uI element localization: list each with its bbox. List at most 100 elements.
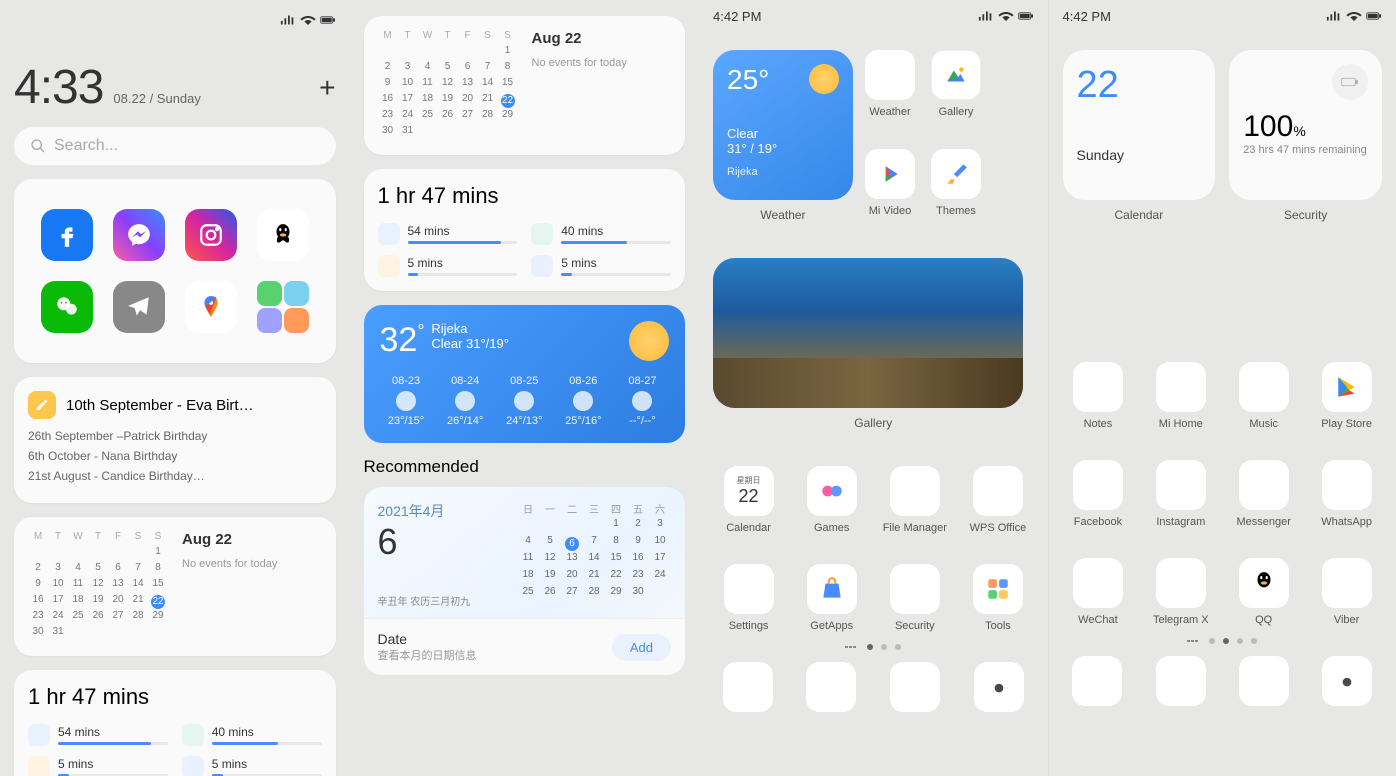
app-security[interactable]: Security [879, 564, 950, 632]
app-music[interactable]: Music [1228, 362, 1299, 430]
calendar-date: Aug 22 [182, 531, 322, 548]
app-tools[interactable]: Tools [962, 564, 1033, 632]
calendar-date: Aug 22 [532, 30, 672, 47]
screentime-widget[interactable]: 1 hr 47 mins 54 mins40 mins5 mins5 mins [364, 169, 686, 291]
messenger-icon[interactable] [113, 209, 165, 261]
recommended-heading: Recommended [364, 457, 686, 477]
clock-time: 4:33 [14, 60, 103, 115]
weather-widget-large[interactable]: 32 Rijeka Clear 31°/19° 08-2323°/15°08-2… [364, 305, 686, 443]
app-viber[interactable]: Viber [1311, 558, 1382, 626]
widget-label: Security [1229, 208, 1382, 222]
app-qq[interactable]: QQ [1228, 558, 1299, 626]
status-bar [14, 10, 336, 30]
dock-app[interactable] [1313, 656, 1382, 706]
screentime-total: 1 hr 47 mins [378, 183, 672, 209]
weather-cond: Clear 31°/19° [431, 336, 615, 351]
weather-range: 31° / 19° [727, 141, 839, 156]
sun-icon [629, 321, 669, 361]
calendar-widget[interactable]: MTWTFSS123456789101112131415161718192021… [14, 517, 336, 656]
app-play-store[interactable]: Play Store [1311, 362, 1382, 430]
panel-widgets-1: 4:33 08.22 / Sunday + Search... 10th Sep… [0, 0, 350, 776]
app-notes[interactable]: Notes [1063, 362, 1134, 430]
app-gallery[interactable]: Gallery [931, 50, 981, 123]
dock-app[interactable] [713, 662, 783, 712]
page-indicator[interactable] [1063, 638, 1383, 644]
panel-home-1: 4:42 PM 25° Clear 31° / 19° Rijeka Weath… [699, 0, 1048, 776]
gallery-widget[interactable] [713, 258, 1023, 408]
dock-app[interactable] [797, 662, 867, 712]
calendar-widget[interactable]: MTWTFSS123456789101112131415161718192021… [364, 16, 686, 155]
dock-app[interactable] [1063, 656, 1132, 706]
panel-home-2: 4:42 PM 22 Sunday Calendar 100% 23 hrs 4… [1048, 0, 1396, 776]
app-settings[interactable]: Settings [713, 564, 784, 632]
calendar-no-events: No events for today [182, 558, 322, 570]
social-apps-folder[interactable] [14, 179, 336, 363]
calendar-no-events: No events for today [532, 57, 672, 69]
rec-title: Date [378, 631, 477, 647]
dock-app[interactable] [1229, 656, 1298, 706]
weather-widget-small[interactable]: 25° Clear 31° / 19° Rijeka [713, 50, 853, 200]
app-messenger[interactable]: Messenger [1228, 460, 1299, 528]
wechat-icon[interactable] [41, 281, 93, 333]
search-placeholder: Search... [54, 137, 118, 155]
widget-label: Weather [713, 208, 853, 222]
app-facebook[interactable]: Facebook [1063, 460, 1134, 528]
dock-app[interactable] [880, 662, 950, 712]
weather-city: Rijeka [727, 166, 839, 178]
app-mi-video[interactable]: Mi Video [865, 149, 915, 222]
folder-icon[interactable] [257, 281, 309, 333]
notes-widget[interactable]: 10th September - Eva Birt… 26th Septembe… [14, 377, 336, 503]
status-bar: 4:42 PM [713, 6, 1034, 26]
calendar-widget-small[interactable]: 22 Sunday [1063, 50, 1216, 200]
dock-app[interactable] [1146, 656, 1215, 706]
app-calendar[interactable]: 星期日22Calendar [713, 466, 784, 534]
telegram-icon[interactable] [113, 281, 165, 333]
app-themes[interactable]: Themes [931, 149, 981, 222]
rec-sub: 查看本月的日期信息 [378, 647, 477, 663]
rec-lunar: 辛丑年 农历三月初九 [378, 593, 471, 608]
qq-icon[interactable] [257, 209, 309, 261]
app-wps-office[interactable]: WWPS Office [962, 466, 1033, 534]
calendar-dayname: Sunday [1077, 147, 1202, 163]
note-line: 6th October - Nana Birthday [28, 449, 322, 463]
app-whatsapp[interactable]: WhatsApp [1311, 460, 1382, 528]
page-indicator[interactable] [713, 644, 1034, 650]
weather-city: Rijeka [431, 321, 615, 336]
battery-icon [1332, 64, 1368, 100]
app-mi-home[interactable]: Mi Home [1145, 362, 1216, 430]
note-line: 21st August - Candice Birthday… [28, 469, 322, 483]
calendar-day: 22 [1077, 64, 1202, 107]
instagram-icon[interactable] [185, 209, 237, 261]
facebook-icon[interactable] [41, 209, 93, 261]
app-getapps[interactable]: GetApps [796, 564, 867, 632]
note-icon [28, 391, 56, 419]
app-wechat[interactable]: WeChat [1063, 558, 1134, 626]
dock-app[interactable] [964, 662, 1034, 712]
status-bar: 4:42 PM [1063, 6, 1383, 26]
weather-cond: Clear [727, 126, 839, 141]
recommended-date-widget[interactable]: 2021年4月 6 辛丑年 农历三月初九 日一二三四五六123456789101… [364, 487, 686, 675]
screentime-widget[interactable]: 1 hr 47 mins 54 mins40 mins5 mins5 mins [14, 670, 336, 776]
app-games[interactable]: Games [796, 466, 867, 534]
add-button[interactable]: Add [612, 634, 671, 661]
rec-day: 6 [378, 521, 471, 563]
app-weather[interactable]: 25°Weather [865, 50, 915, 123]
widget-label: Calendar [1063, 208, 1216, 222]
rec-month: 2021年4月 [378, 501, 471, 521]
panel-widgets-2: MTWTFSS123456789101112131415161718192021… [350, 0, 700, 776]
add-widget-button[interactable]: + [319, 72, 335, 104]
notes-title: 10th September - Eva Birt… [66, 397, 322, 414]
widget-label: Gallery [713, 416, 1034, 430]
weather-temp: 32 [380, 321, 418, 360]
app-file-manager[interactable]: File Manager [879, 466, 950, 534]
security-widget[interactable]: 100% 23 hrs 47 mins remaining [1229, 50, 1382, 200]
search-input[interactable]: Search... [14, 127, 336, 165]
maps-icon[interactable] [185, 281, 237, 333]
app-telegram-x[interactable]: Telegram X [1145, 558, 1216, 626]
app-instagram[interactable]: Instagram [1145, 460, 1216, 528]
clock-date: 08.22 / Sunday [113, 91, 200, 106]
note-line: 26th September –Patrick Birthday [28, 429, 322, 443]
screentime-total: 1 hr 47 mins [28, 684, 322, 710]
battery-remaining: 23 hrs 47 mins remaining [1243, 144, 1368, 156]
sun-icon [809, 64, 839, 94]
